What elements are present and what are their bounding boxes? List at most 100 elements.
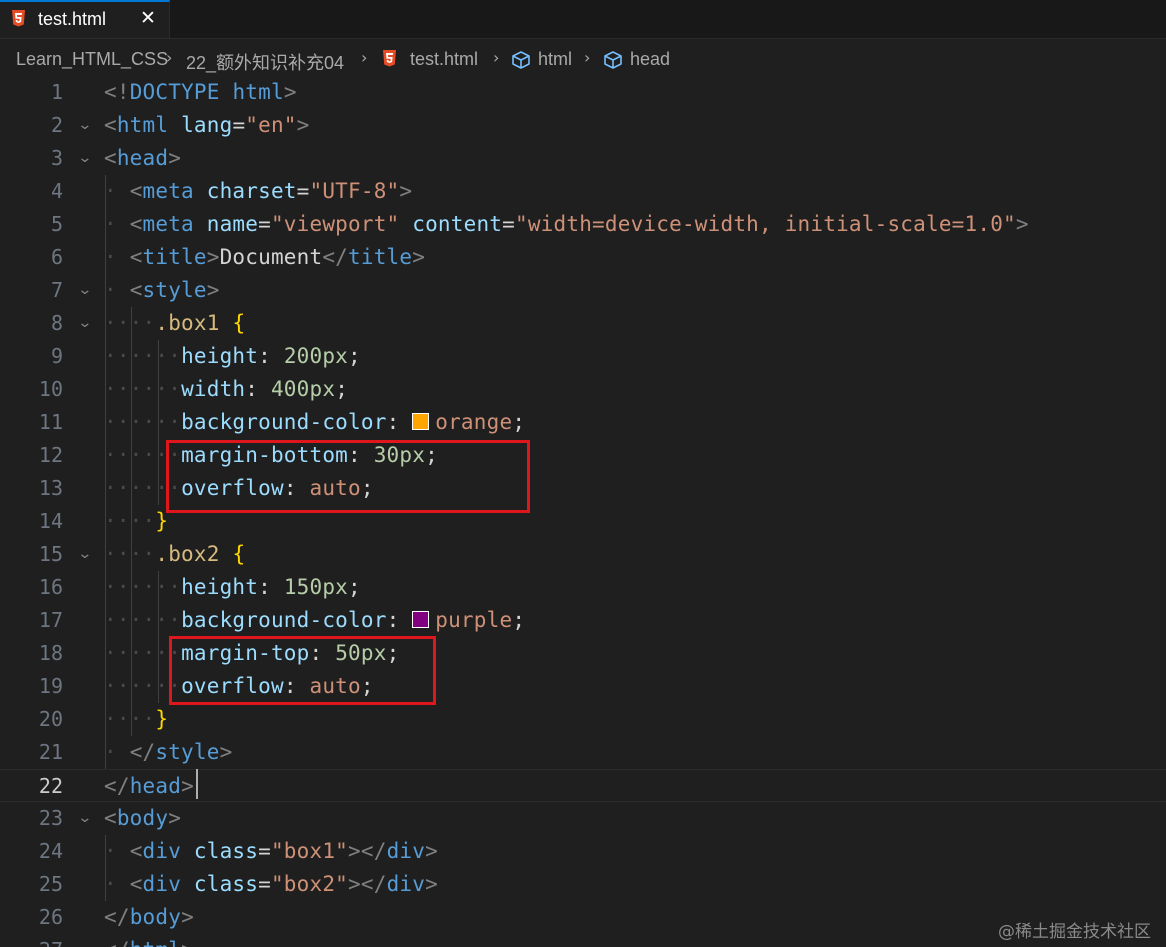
line-number: 5 [50,212,63,236]
code-line[interactable]: 23 ⌄ <body> [0,802,1166,835]
line-number: 25 [38,872,63,896]
highlight-box-box1 [166,440,530,513]
fold-chevron-icon[interactable]: ⌄ [77,802,92,835]
code-line[interactable]: 16 ······height: 150px; [0,571,1166,604]
code-text: </head> [104,774,194,798]
code-line[interactable]: 9 ······height: 200px; [0,340,1166,373]
indent-guide [105,835,106,901]
code-text: <head> [104,146,182,170]
code-line[interactable]: 3 ⌄ <head> [0,142,1166,175]
line-number: 13 [38,476,63,500]
code-line[interactable]: 5 · <meta name="viewport" content="width=… [0,208,1166,241]
indent-guide [105,175,106,769]
code-line[interactable]: 11 ······background-color: orange; [0,406,1166,439]
highlight-box-box2 [169,636,436,705]
code-text: <body> [104,806,182,830]
code-line[interactable]: 7 ⌄ · <style> [0,274,1166,307]
line-number: 23 [38,806,63,830]
breadcrumb-item-head[interactable]: head [630,49,670,70]
line-number: 9 [50,344,63,368]
tab-bar: test.html ✕ [0,0,1166,39]
code-line[interactable]: 25 · <div class="box2"></div> [0,868,1166,901]
color-swatch-icon[interactable] [412,413,430,430]
breadcrumb-separator: › [493,48,500,67]
code-text: ····} [104,509,169,533]
code-text: ····.box2 { [104,542,246,566]
code-text: · <meta name="viewport" content="width=d… [104,212,1029,236]
line-number: 2 [50,113,63,137]
fold-chevron-icon[interactable]: ⌄ [77,142,92,175]
code-line[interactable]: 8 ⌄ ····.box1 { [0,307,1166,340]
line-number: 15 [38,542,63,566]
indent-guide [158,571,159,703]
code-text: ······background-color: orange; [104,410,526,434]
line-number: 17 [38,608,63,632]
line-number: 27 [0,934,63,947]
line-number: 8 [50,311,63,335]
code-line[interactable]: 1 <!DOCTYPE html> [0,76,1166,109]
code-text: · <meta charset="UTF-8"> [104,179,413,203]
fold-chevron-icon[interactable]: ⌄ [77,274,92,307]
line-number: 11 [38,410,63,434]
code-text: · </style> [104,740,233,764]
indent-guide [158,340,159,505]
code-text: </body> [104,905,194,929]
breadcrumb-item-html[interactable]: html [538,49,572,70]
fold-chevron-icon[interactable]: ⌄ [77,538,92,571]
line-number: 6 [50,245,63,269]
line-number: 22 [38,774,63,798]
line-number: 3 [50,146,63,170]
symbol-element-icon [604,51,622,69]
breadcrumb-item-file[interactable]: test.html [410,49,478,70]
code-text: ····.box1 { [104,311,246,335]
line-number: 1 [50,80,63,104]
code-line[interactable]: 21 · </style> [0,736,1166,769]
breadcrumb-item-subfolder[interactable]: 22_额外知识补充04 [186,49,344,75]
code-text: · <div class="box1"></div> [104,839,438,863]
line-number: 14 [38,509,63,533]
line-number: 12 [38,443,63,467]
breadcrumb-separator: › [584,48,591,67]
breadcrumb-separator: › [166,48,173,67]
line-number: 4 [50,179,63,203]
code-text: ······width: 400px; [104,377,349,401]
code-line[interactable]: 27 </html> [0,934,1166,947]
fold-chevron-icon[interactable]: ⌄ [77,109,92,142]
line-number: 16 [38,575,63,599]
code-line[interactable]: 6 · <title>Document</title> [0,241,1166,274]
watermark: @稀土掘金技术社区 [998,922,1151,942]
breadcrumb: Learn_HTML_CSS › 22_额外知识补充04 › test.html… [0,42,1166,78]
code-line[interactable]: 10 ······width: 400px; [0,373,1166,406]
color-swatch-icon[interactable] [412,611,430,628]
code-text: · <title>Document</title> [104,245,426,269]
code-line[interactable]: 26 </body> [0,901,1166,934]
breadcrumb-item-folder[interactable]: Learn_HTML_CSS [16,49,168,70]
line-number: 20 [38,707,63,731]
html5-icon [383,50,396,67]
code-line[interactable]: 20 ····} [0,703,1166,736]
tab-title: test.html [38,9,107,29]
code-line[interactable]: 4 · <meta charset="UTF-8"> [0,175,1166,208]
indent-guide [131,307,132,736]
close-icon[interactable]: ✕ [140,7,156,29]
line-number: 7 [50,278,63,302]
html5-icon [12,10,25,27]
line-number: 10 [38,377,63,401]
symbol-element-icon [512,51,530,69]
code-line[interactable]: 22 </head> [0,769,1166,802]
code-text: ······height: 200px; [104,344,361,368]
line-number: 26 [38,905,63,929]
code-text: </html> [104,934,194,947]
code-line[interactable]: 15 ⌄ ····.box2 { [0,538,1166,571]
fold-chevron-icon[interactable]: ⌄ [77,307,92,340]
code-text: <!DOCTYPE html> [104,80,297,104]
code-text: ······height: 150px; [104,575,361,599]
code-text: ····} [104,707,169,731]
line-number: 21 [38,740,63,764]
tab-test-html[interactable]: test.html ✕ [0,0,170,38]
code-text: · <style> [104,278,220,302]
code-line[interactable]: 24 · <div class="box1"></div> [0,835,1166,868]
code-text: <html lang="en"> [104,113,310,137]
code-line[interactable]: 17 ······background-color: purple; [0,604,1166,637]
code-line[interactable]: 2 ⌄ <html lang="en"> [0,109,1166,142]
